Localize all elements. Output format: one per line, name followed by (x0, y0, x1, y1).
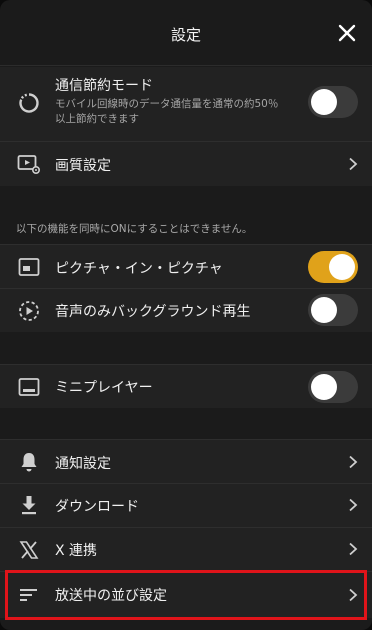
sort-icon (17, 583, 41, 607)
pip-row[interactable]: ピクチャ・イン・ピクチャ (0, 244, 372, 288)
x-link-label: X 連携 (55, 543, 98, 559)
download-label: ダウンロード (55, 499, 139, 515)
data-saver-icon (17, 91, 41, 115)
chevron-right-icon (349, 498, 358, 512)
background-audio-label: 音声のみバックグラウンド再生 (55, 304, 251, 320)
mini-player-label: ミニプレイヤー (55, 380, 153, 396)
exclusive-notice: 以下の機能を同時にONにすることはできません。 (16, 223, 253, 235)
quality-settings-label: 画質設定 (55, 158, 111, 174)
settings-sheet: 設定 通信節約モード モバイル回線時のデータ通信量を通常の約50％以上節約できま… (0, 0, 372, 630)
data-saver-description: モバイル回線時のデータ通信量を通常の約50％以上節約できます (55, 98, 279, 125)
background-audio-row[interactable]: 音声のみバックグラウンド再生 (0, 289, 372, 332)
notifications-label: 通知設定 (55, 456, 111, 472)
x-link-row[interactable]: X 連携 (0, 528, 372, 571)
quality-settings-row[interactable]: 画質設定 (0, 142, 372, 186)
data-saver-row[interactable]: 通信節約モード モバイル回線時のデータ通信量を通常の約50％以上節約できます (0, 67, 372, 141)
download-icon (17, 493, 41, 517)
download-row[interactable]: ダウンロード (0, 484, 372, 527)
data-saver-toggle[interactable] (308, 86, 358, 118)
broadcast-sort-label: 放送中の並び設定 (55, 588, 167, 604)
header: 設定 (0, 0, 372, 66)
picture-in-picture-icon (17, 255, 41, 279)
toggle-knob (311, 297, 337, 323)
mini-player-icon (17, 375, 41, 399)
page-title: 設定 (170, 26, 201, 44)
pip-label: ピクチャ・イン・ピクチャ (55, 261, 223, 277)
toggle-knob (311, 89, 337, 115)
bell-icon (17, 450, 41, 474)
background-audio-toggle[interactable] (308, 294, 358, 326)
toggle-knob (311, 374, 337, 400)
notifications-row[interactable]: 通知設定 (0, 439, 372, 483)
toggle-knob (329, 254, 355, 280)
x-logo-icon (17, 538, 41, 562)
pip-toggle[interactable] (308, 251, 358, 283)
background-play-icon (17, 299, 41, 323)
mini-player-row[interactable]: ミニプレイヤー (0, 364, 372, 408)
chevron-right-icon (349, 588, 358, 602)
broadcast-sort-row[interactable]: 放送中の並び設定 (0, 572, 372, 618)
mini-player-toggle[interactable] (308, 371, 358, 403)
video-settings-icon (17, 152, 41, 176)
chevron-right-icon (349, 455, 358, 469)
section-gap (0, 332, 372, 364)
section-gap (0, 408, 372, 439)
data-saver-label: 通信節約モード (55, 78, 153, 94)
chevron-right-icon (349, 542, 358, 556)
close-icon[interactable] (336, 22, 358, 44)
chevron-right-icon (349, 157, 358, 171)
